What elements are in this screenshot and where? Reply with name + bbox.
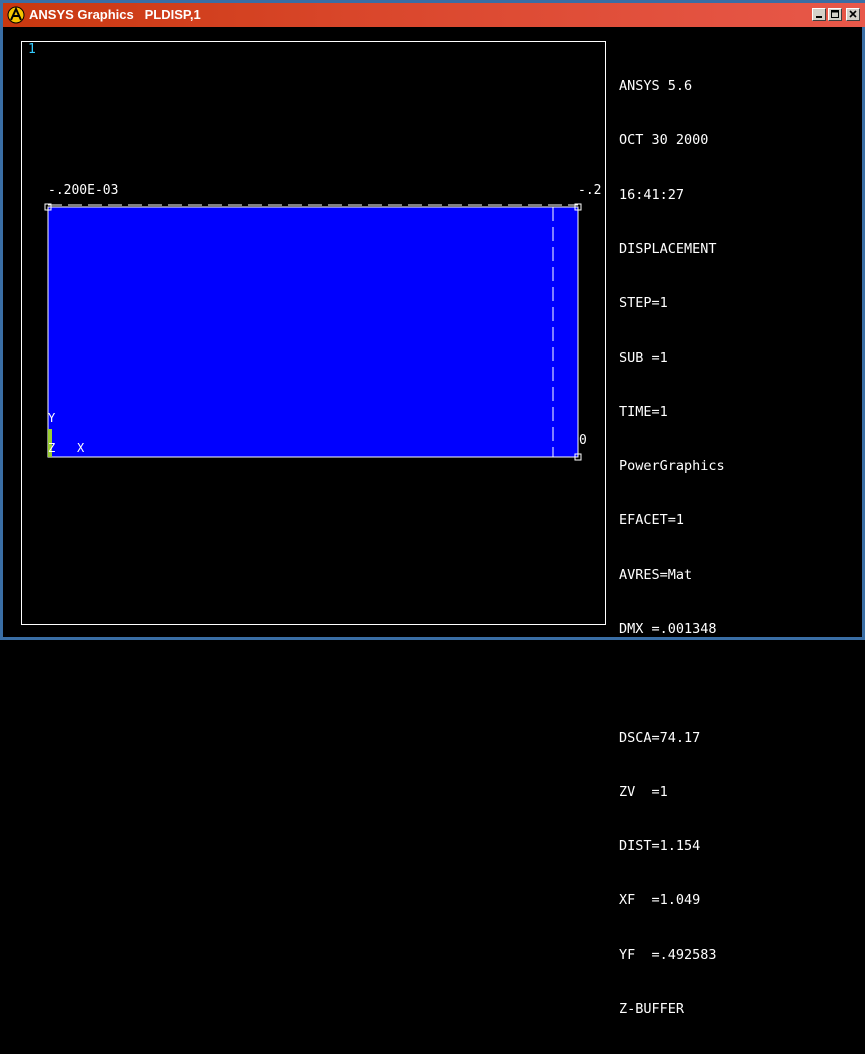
legend-line: OCT 30 2000: [619, 132, 709, 149]
triad-z-label: Z: [48, 441, 56, 455]
legend-line: AVRES=Mat: [619, 566, 693, 583]
legend-line: DIST=1.154: [619, 838, 701, 855]
legend-line: EFACET=1: [619, 512, 685, 529]
triad-y-label: Y: [48, 411, 56, 425]
displacement-plot: [44, 203, 582, 461]
legend-line: ZV =1: [619, 783, 668, 800]
legend-line: 16:41:27: [619, 186, 685, 203]
legend-line: [619, 674, 725, 692]
legend-line: SUB =1: [619, 349, 668, 366]
legend-line: XF =1.049: [619, 892, 701, 909]
legend-line: DMX =.001348: [619, 621, 717, 637]
legend-line: DSCA=74.17: [619, 729, 701, 746]
legend-line: STEP=1: [619, 295, 668, 312]
ansys-graphics-window: ANSYS Graphics PLDISP,1 1 -.200E-03 -.2 …: [0, 0, 865, 1017]
legend-line: ANSYS 5.6: [619, 78, 693, 95]
contour-label-right: -.2: [578, 183, 602, 198]
triad-x-label: X: [77, 441, 85, 455]
legend-line: Z-BUFFER: [619, 1000, 685, 1017]
legend-line: TIME=1: [619, 403, 668, 420]
info-legend: ANSYS 5.6 OCT 30 2000 16:41:27 DISPLACEM…: [619, 41, 725, 1054]
contour-label-zero: 0: [579, 433, 587, 448]
legend-line: PowerGraphics: [619, 458, 725, 475]
legend-line: YF =.492583: [619, 946, 717, 963]
window-number: 1: [28, 42, 36, 57]
deformed-shape-fill: [48, 207, 578, 457]
legend-line: DISPLACEMENT: [619, 241, 717, 258]
contour-label-left: -.200E-03: [48, 183, 119, 198]
